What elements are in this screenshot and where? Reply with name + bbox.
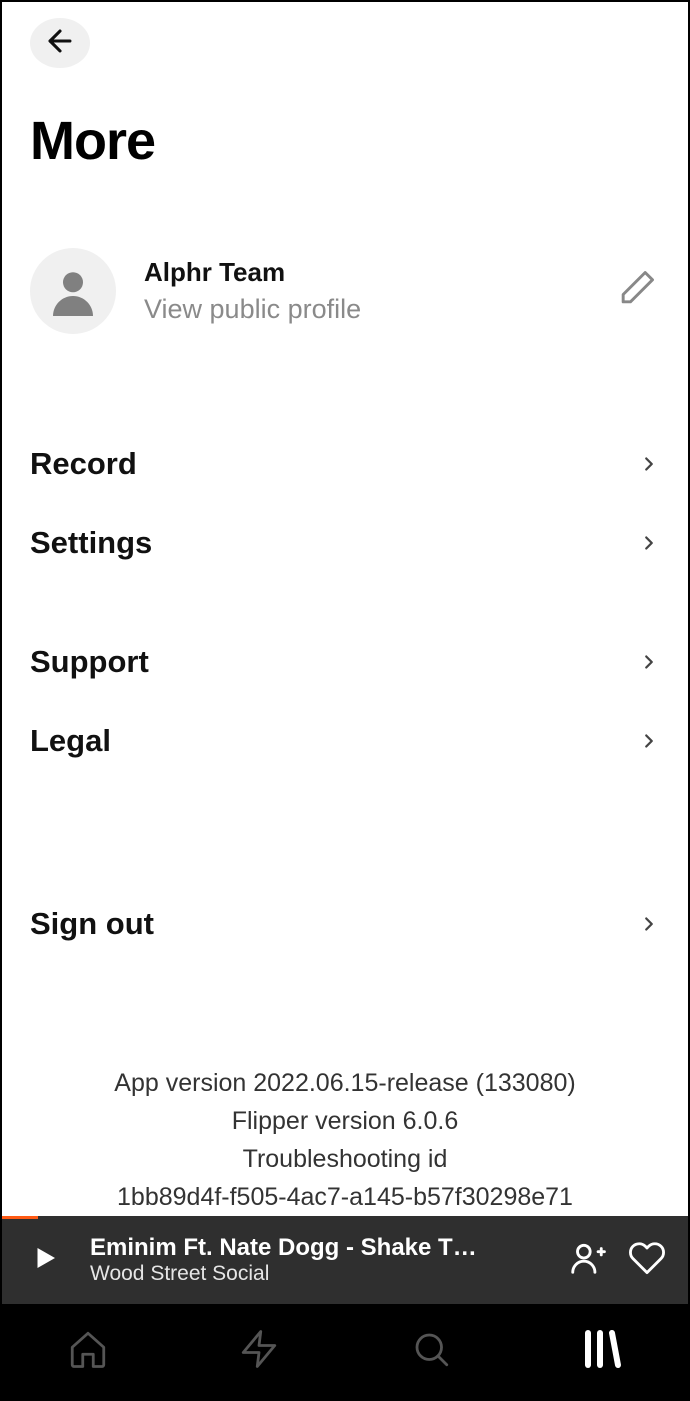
bolt-icon xyxy=(238,1328,280,1375)
now-playing-text: Eminim Ft. Nate Dogg - Shake T… Wood Str… xyxy=(90,1234,546,1286)
profile-row[interactable]: Alphr Team View public profile xyxy=(30,248,660,334)
app-version: App version 2022.06.15-release (133080) xyxy=(30,1064,660,1102)
page-title: More xyxy=(30,110,688,172)
play-icon xyxy=(30,1243,60,1278)
chevron-right-icon xyxy=(638,730,660,752)
menu-label: Support xyxy=(30,644,149,680)
troubleshooting-id: 1bb89d4f-f505-4ac7-a145-b57f30298e71 xyxy=(30,1178,660,1216)
menu-item-legal[interactable]: Legal xyxy=(2,702,688,781)
flipper-version: Flipper version 6.0.6 xyxy=(30,1102,660,1140)
search-icon xyxy=(410,1328,452,1375)
like-button[interactable] xyxy=(628,1239,666,1282)
version-info: App version 2022.06.15-release (133080) … xyxy=(2,1064,688,1216)
menu-item-support[interactable]: Support xyxy=(2,623,688,702)
chevron-right-icon xyxy=(638,453,660,475)
now-playing-title: Eminim Ft. Nate Dogg - Shake T… xyxy=(90,1234,546,1262)
edit-profile-button[interactable] xyxy=(612,267,660,315)
tab-search[interactable] xyxy=(401,1322,461,1382)
troubleshooting-label: Troubleshooting id xyxy=(30,1140,660,1178)
follow-button[interactable] xyxy=(568,1239,606,1282)
playback-progress xyxy=(2,1216,38,1219)
now-playing-bar[interactable]: Eminim Ft. Nate Dogg - Shake T… Wood Str… xyxy=(2,1216,688,1304)
profile-text: Alphr Team View public profile xyxy=(144,257,612,325)
menu-item-signout[interactable]: Sign out xyxy=(2,885,688,964)
play-button[interactable] xyxy=(30,1243,60,1278)
chevron-right-icon xyxy=(638,651,660,673)
chevron-right-icon xyxy=(638,532,660,554)
now-playing-artist: Wood Street Social xyxy=(90,1262,546,1286)
profile-subtitle: View public profile xyxy=(144,294,612,325)
chevron-right-icon xyxy=(638,913,660,935)
tab-library[interactable] xyxy=(572,1322,632,1382)
avatar xyxy=(30,248,116,334)
menu-label: Settings xyxy=(30,525,152,561)
menu-label: Sign out xyxy=(30,906,154,942)
menu-label: Legal xyxy=(30,723,111,759)
tab-discover[interactable] xyxy=(229,1322,289,1382)
menu-item-record[interactable]: Record xyxy=(2,424,688,503)
pencil-icon xyxy=(614,267,658,316)
tab-bar xyxy=(2,1304,688,1399)
back-button[interactable] xyxy=(30,18,90,68)
arrow-left-icon xyxy=(43,24,77,63)
tab-home[interactable] xyxy=(58,1322,118,1382)
home-icon xyxy=(67,1328,109,1375)
heart-icon xyxy=(628,1239,666,1282)
person-add-icon xyxy=(568,1239,606,1282)
library-icon xyxy=(578,1325,626,1378)
menu-item-settings[interactable]: Settings xyxy=(2,504,688,583)
menu-label: Record xyxy=(30,446,137,482)
profile-name: Alphr Team xyxy=(144,257,612,288)
